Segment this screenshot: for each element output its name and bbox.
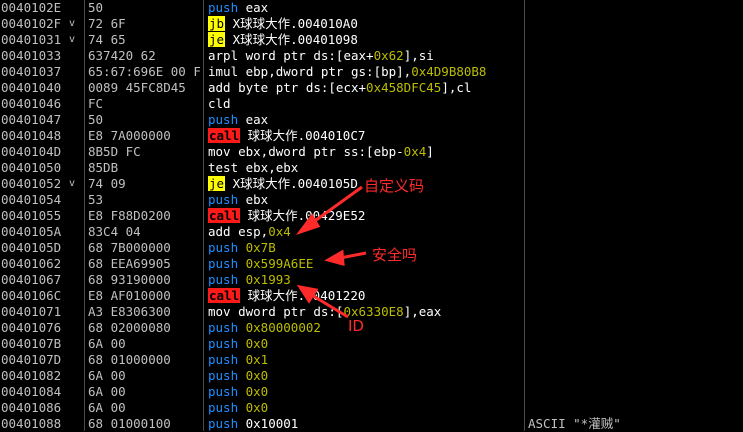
annotation-custom-code: 自定义码: [364, 177, 425, 195]
annotation-id: ID: [348, 317, 364, 335]
annotation-arrows: [295, 185, 367, 319]
arrow-head: [296, 284, 319, 304]
annotation-safe: 安全吗: [372, 246, 418, 264]
arrow-head: [324, 249, 345, 266]
arrow-custom-code: [311, 185, 363, 225]
arrow-id: [309, 292, 349, 319]
arrow-head: [295, 213, 321, 235]
